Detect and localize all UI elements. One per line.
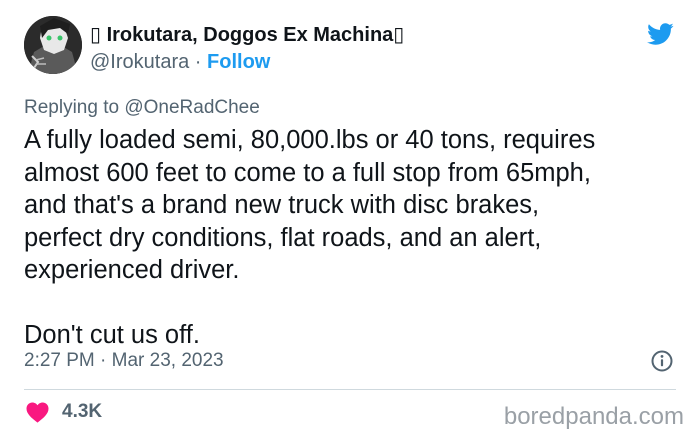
author-display-name[interactable]: ▯ Irokutara, Doggos Ex Machina▯ — [90, 22, 404, 47]
tweet-card: ▯ Irokutara, Doggos Ex Machina▯ @Irokuta… — [0, 0, 700, 441]
boredpanda-watermark: boredpanda.com — [503, 403, 684, 430]
reply-prefix: Replying to — [24, 97, 120, 118]
separator-dot: · — [194, 51, 202, 73]
tweet-paragraph: A fully loaded semi, 80,000.lbs or 40 to… — [24, 126, 596, 284]
author-handle[interactable]: @Irokutara — [90, 51, 189, 73]
reply-target-link[interactable]: @OneRadChee — [124, 97, 259, 118]
like-count[interactable]: 4.3K — [62, 401, 102, 423]
twitter-bird-icon[interactable] — [644, 20, 676, 48]
info-icon[interactable] — [650, 349, 674, 373]
avatar-illustration — [24, 16, 82, 74]
reply-context: Replying to @OneRadChee — [24, 97, 260, 119]
tweet-text: A fully loaded semi, 80,000.lbs or 40 to… — [24, 124, 688, 351]
divider — [24, 389, 676, 390]
tweet-paragraph: Don't cut us off. — [24, 320, 200, 349]
author-handle-line: @Irokutara · Follow — [90, 51, 270, 74]
tweet-timestamp[interactable]: 2:27 PM · Mar 23, 2023 — [24, 350, 224, 372]
follow-button[interactable]: Follow — [207, 51, 270, 73]
avatar[interactable] — [24, 16, 82, 74]
heart-icon[interactable] — [25, 401, 50, 423]
